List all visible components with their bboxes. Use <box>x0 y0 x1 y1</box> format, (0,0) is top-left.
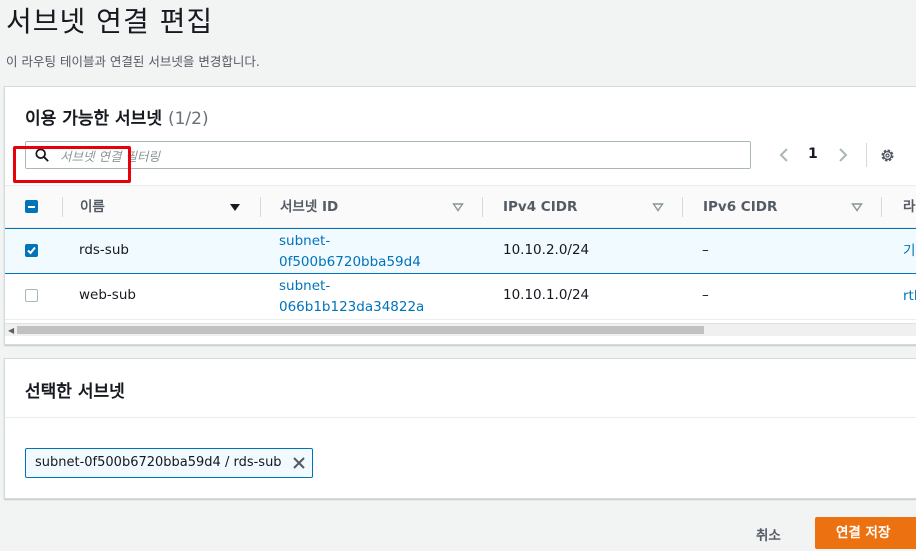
divider <box>5 417 916 418</box>
route-table-link[interactable]: rtb <box>903 286 916 307</box>
subnet-id-part: subnet- <box>279 233 331 249</box>
sort-descending-icon[interactable] <box>229 201 241 213</box>
column-divider <box>62 197 63 217</box>
subnet-filter-input[interactable] <box>58 145 742 167</box>
column-header-ipv4-cidr[interactable]: IPv4 CIDR <box>503 186 577 228</box>
selection-count: (1/2) <box>167 109 209 129</box>
previous-page-icon[interactable] <box>776 145 792 165</box>
selected-subnets-panel: 선택한 서브넷 subnet-0f500b6720bba59d4 / rds-s… <box>4 358 916 499</box>
ipv6-cidr: – <box>702 242 709 258</box>
current-page-number[interactable]: 1 <box>808 146 818 162</box>
route-table-link[interactable]: 기 <box>903 241 915 262</box>
subnet-filter-input-wrapper[interactable] <box>25 141 751 169</box>
page-title: 서브넷 연결 편집 <box>6 5 214 38</box>
checkmark-icon <box>27 246 36 255</box>
subnet-id-part: subnet- <box>279 278 331 294</box>
scrollbar-thumb[interactable] <box>17 326 704 334</box>
column-divider <box>260 197 261 217</box>
next-page-icon[interactable] <box>835 145 851 165</box>
sort-icon[interactable] <box>652 201 664 213</box>
annotation-highlight-box <box>13 146 131 183</box>
selected-subnet-token: subnet-0f500b6720bba59d4 / rds-sub <box>25 448 313 478</box>
subnet-id-link[interactable]: subnet- 066b1b123da34822a <box>279 276 424 318</box>
ipv4-cidr: 10.10.1.0/24 <box>503 287 590 303</box>
table-header: 이름 서브넷 ID IPv4 CIDR IPv6 CIDR 라 <box>5 185 916 228</box>
available-subnets-heading: 이용 가능한 서브넷 (1/2) <box>25 104 209 129</box>
available-subnets-title: 이용 가능한 서브넷 <box>25 109 162 129</box>
horizontal-scrollbar[interactable]: ◀ <box>5 323 916 336</box>
sort-icon[interactable] <box>452 201 464 213</box>
row-checkbox[interactable] <box>25 289 38 302</box>
available-subnets-panel: 이용 가능한 서브넷(1/2) 1 이름 서브넷 ID IPv4 CIDR <box>4 86 916 345</box>
subnet-id-part: 066b1b123da34822a <box>279 299 425 315</box>
scroll-left-icon[interactable]: ◀ <box>8 326 14 335</box>
page-description: 이 라우팅 테이블과 연결된 서브넷을 변경합니다. <box>6 54 260 69</box>
ipv6-cidr: – <box>702 287 709 303</box>
selected-subnets-heading: 선택한 서브넷 <box>25 382 125 402</box>
row-checkbox-checked[interactable] <box>25 244 38 257</box>
table-row[interactable]: web-sub subnet- 066b1b123da34822a 10.10.… <box>5 274 916 320</box>
sort-icon[interactable] <box>851 201 863 213</box>
column-header-route-table[interactable]: 라 <box>903 186 915 228</box>
column-divider <box>682 197 683 217</box>
subnet-name: rds-sub <box>79 242 129 258</box>
save-associations-button[interactable]: 연결 저장 <box>815 517 916 549</box>
pager-divider <box>866 143 867 167</box>
ipv4-cidr: 10.10.2.0/24 <box>503 242 590 258</box>
column-divider <box>881 197 882 217</box>
subnet-name: web-sub <box>79 287 136 303</box>
select-all-checkbox[interactable] <box>25 200 38 213</box>
cancel-button[interactable]: 취소 <box>756 524 781 544</box>
close-icon[interactable] <box>292 456 306 470</box>
gear-icon[interactable] <box>879 147 896 164</box>
column-header-name[interactable]: 이름 <box>80 186 105 228</box>
column-header-subnet-id[interactable]: 서브넷 ID <box>280 186 338 228</box>
table-row[interactable]: rds-sub subnet- 0f500b6720bba59d4 10.10.… <box>5 228 916 274</box>
selected-subnet-token-label: subnet-0f500b6720bba59d4 / rds-sub <box>35 455 282 470</box>
subnet-id-part: 0f500b6720bba59d4 <box>279 254 421 270</box>
column-header-ipv6-cidr[interactable]: IPv6 CIDR <box>703 186 777 228</box>
column-divider <box>482 197 483 217</box>
subnet-id-link[interactable]: subnet- 0f500b6720bba59d4 <box>279 231 421 273</box>
